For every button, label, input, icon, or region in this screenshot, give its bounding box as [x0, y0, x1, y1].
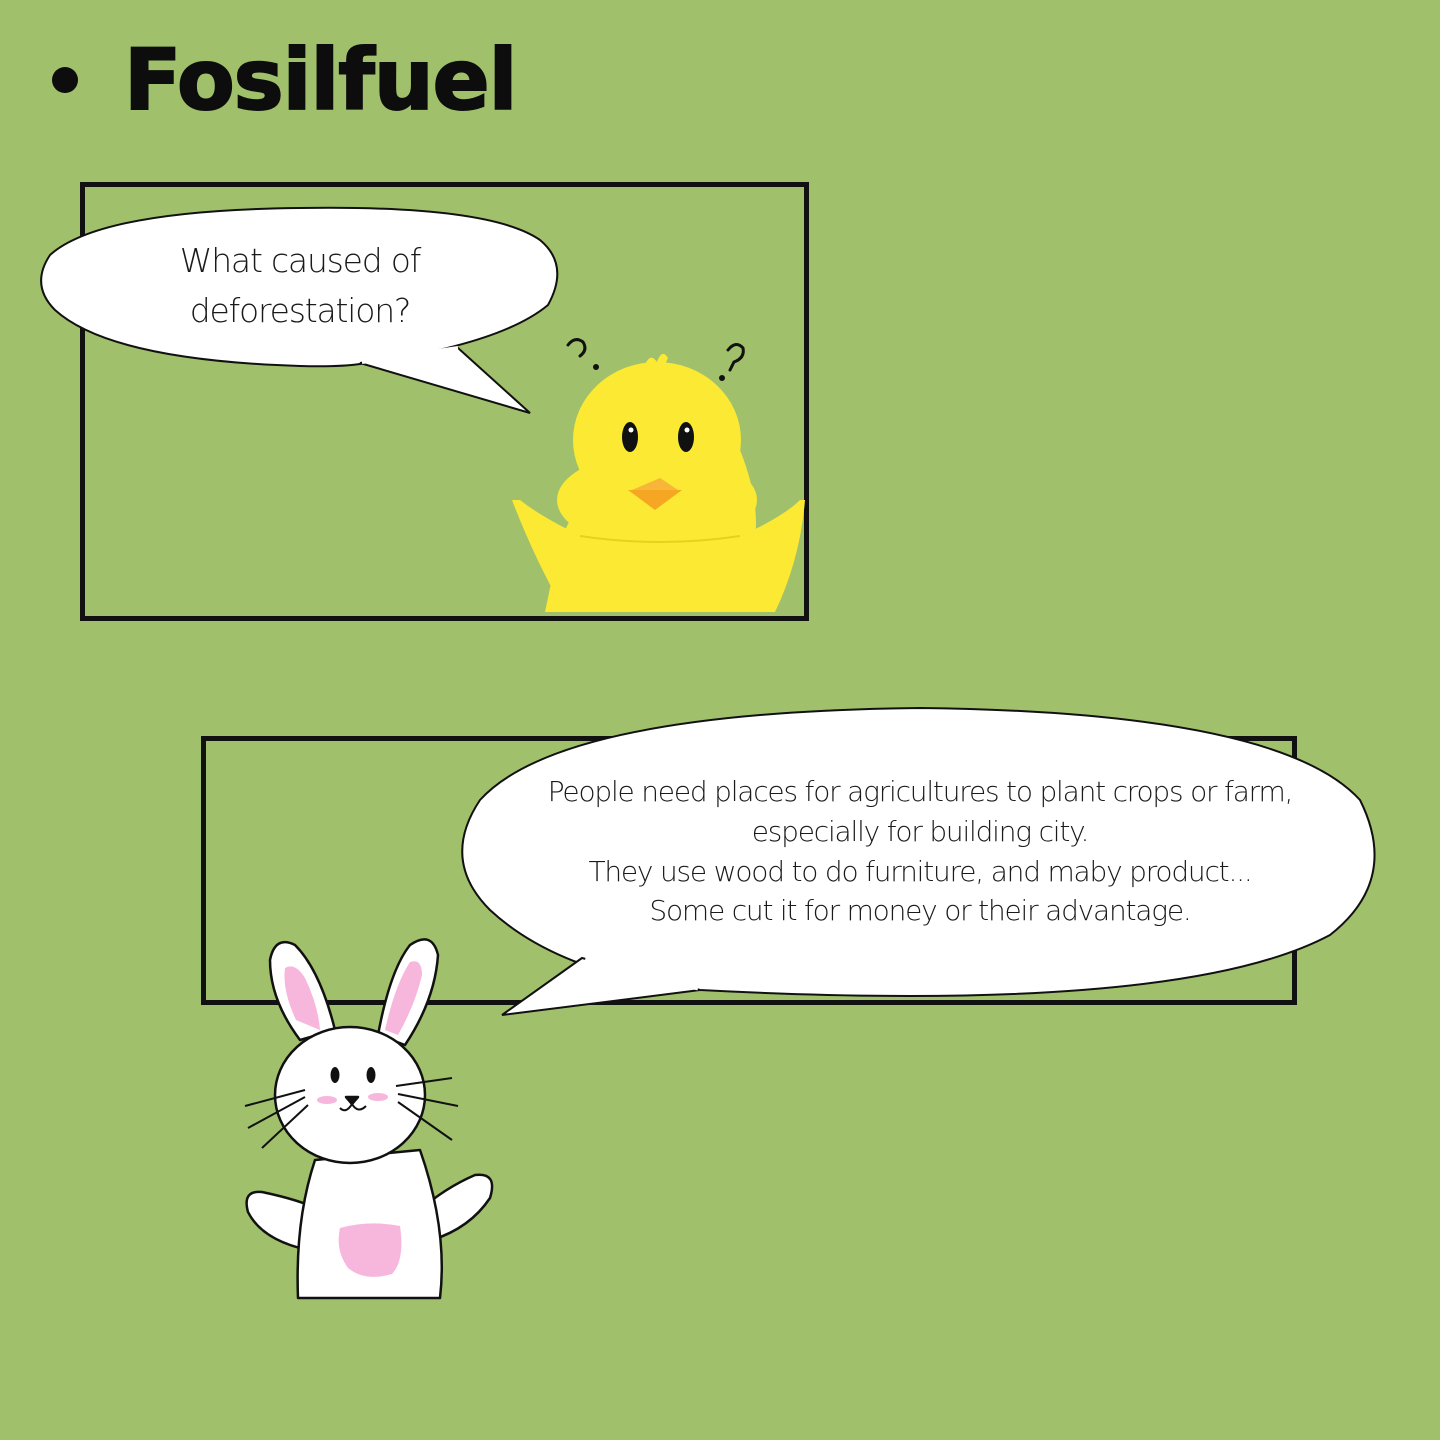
speech-line: People need places for agricultures to p…	[547, 775, 1294, 808]
speech-text-answer: People need places for agricultures to p…	[500, 772, 1340, 931]
speech-line: deforestation?	[189, 290, 412, 330]
chick-icon	[512, 353, 805, 612]
speech-line: especially for building city.	[751, 814, 1090, 848]
speech-line: What caused of	[179, 241, 422, 280]
speech-line: Some cut it for money or their advantage…	[649, 894, 1191, 928]
speech-text-question: What caused of deforestation?	[100, 236, 500, 335]
comic-scene	[40, 206, 1376, 1300]
speech-line: They use wood to do furniture, and maby …	[588, 854, 1252, 888]
bunny-icon	[244, 938, 494, 1300]
